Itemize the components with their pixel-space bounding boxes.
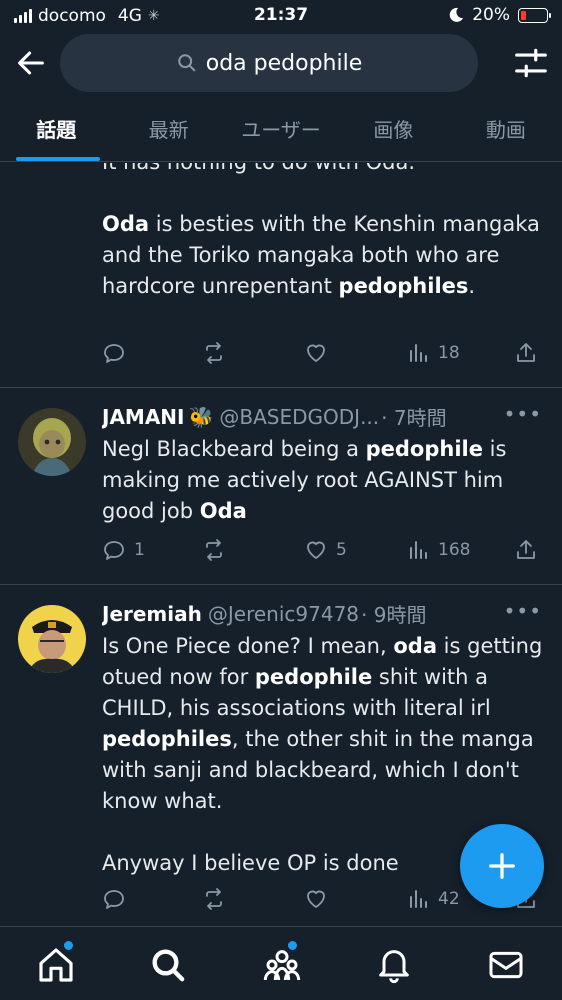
tweet[interactable]: It has nothing to do with Oda. Oda is be…: [0, 163, 562, 388]
like-button[interactable]: [304, 341, 328, 365]
bar-chart-icon: [410, 344, 427, 362]
tweet-text-body: Oda is besties with the Kenshin mangaka …: [102, 212, 540, 298]
tweet-meta: Jeremiah @Jerenic97478 · 9時間 •••: [102, 599, 548, 628]
retweet-button[interactable]: [202, 341, 226, 365]
display-name[interactable]: JAMANI: [102, 405, 184, 429]
reply-button[interactable]: 1: [102, 538, 145, 562]
bee-emoji: 🐝: [188, 404, 214, 429]
share-icon: [517, 540, 535, 559]
reply-button[interactable]: [102, 887, 126, 911]
tweet-actions: 1 5 168: [102, 538, 548, 568]
nav-communities[interactable]: [262, 941, 302, 985]
retweet-icon: [206, 342, 222, 364]
nav-home[interactable]: [36, 941, 76, 985]
avatar[interactable]: [18, 605, 86, 673]
user-handle[interactable]: @Jerenic97478: [208, 602, 359, 626]
like-count: 5: [336, 540, 347, 560]
status-right: 20%: [448, 5, 551, 25]
moon-icon: [449, 7, 464, 22]
heart-icon: [307, 890, 325, 908]
avatar[interactable]: [18, 408, 86, 476]
like-button[interactable]: [304, 887, 328, 911]
tweet-actions: 18: [102, 341, 548, 371]
more-options-icon[interactable]: •••: [504, 599, 542, 623]
bell-icon: [379, 950, 409, 984]
status-bar: docomo 4G ✳ 21:37 20%: [0, 0, 562, 32]
bottom-nav: [0, 926, 562, 1000]
nav-messages[interactable]: [486, 945, 526, 985]
bar-chart-icon: [410, 541, 427, 559]
retweet-icon: [206, 888, 222, 910]
tab-latest[interactable]: 最新: [112, 100, 224, 161]
search-icon: [152, 949, 185, 982]
tweet[interactable]: JAMANI 🐝 @BASEDGODJ... · 7時間 ••• Negl Bl…: [0, 388, 562, 585]
view-count: 18: [438, 343, 460, 363]
search-tabs: 話題 最新 ユーザー 画像 動画: [0, 100, 562, 162]
retweet-icon: [206, 539, 222, 561]
share-button[interactable]: [514, 538, 538, 562]
notification-dot: [288, 941, 297, 950]
tweet-text: Negl Blackbeard being a pedophile is mak…: [102, 437, 507, 523]
search-header: oda pedophile: [0, 32, 562, 94]
speech-bubble-icon: [104, 890, 124, 909]
tweet-feed: It has nothing to do with Oda. Oda is be…: [0, 163, 562, 926]
tweet-meta: JAMANI 🐝 @BASEDGODJ... · 7時間 •••: [102, 402, 548, 431]
search-query: oda pedophile: [205, 50, 363, 76]
bar-chart-icon: [410, 890, 427, 908]
search-icon: [177, 54, 196, 72]
retweet-button[interactable]: [202, 538, 226, 562]
view-count: 42: [438, 889, 460, 909]
reply-count: 1: [134, 540, 145, 560]
views-button[interactable]: 18: [406, 341, 460, 365]
reply-button[interactable]: [102, 341, 126, 365]
mail-icon: [489, 951, 523, 979]
speech-bubble-icon: [104, 344, 124, 363]
compose-button[interactable]: [460, 824, 544, 908]
tweet-time: · 7時間: [381, 406, 447, 430]
views-button[interactable]: 168: [406, 538, 470, 562]
tab-users[interactable]: ユーザー: [225, 100, 337, 161]
sliders-icon[interactable]: [512, 44, 550, 82]
tweet-cut-line: It has nothing to do with Oda.: [102, 163, 548, 178]
user-handle[interactable]: @BASEDGODJ...: [219, 405, 379, 429]
tweet-time: · 9時間: [361, 603, 427, 627]
arrow-left-icon[interactable]: [14, 46, 48, 80]
battery-percent: 20%: [472, 5, 510, 25]
search-input[interactable]: oda pedophile: [60, 34, 478, 92]
views-button[interactable]: 42: [406, 887, 460, 911]
heart-icon: [307, 541, 325, 559]
battery-icon: [518, 7, 551, 23]
share-icon: [517, 343, 535, 362]
retweet-button[interactable]: [202, 887, 226, 911]
tab-images[interactable]: 画像: [337, 100, 449, 161]
tweet-text: It has nothing to do with Oda. Oda is be…: [102, 163, 548, 302]
people-icon: [263, 950, 301, 981]
like-button[interactable]: 5: [304, 538, 347, 562]
share-button[interactable]: [514, 341, 538, 365]
tab-videos[interactable]: 動画: [450, 100, 562, 161]
nav-explore[interactable]: [148, 945, 188, 985]
speech-bubble-icon: [104, 541, 124, 560]
display-name[interactable]: Jeremiah: [102, 602, 202, 626]
more-options-icon[interactable]: •••: [504, 402, 542, 426]
home-icon: [39, 948, 73, 982]
heart-icon: [307, 344, 325, 362]
tab-trending[interactable]: 話題: [0, 100, 112, 161]
notification-dot: [64, 941, 73, 950]
plus-icon: [489, 853, 515, 879]
nav-notifications[interactable]: [374, 945, 414, 985]
view-count: 168: [438, 540, 471, 560]
